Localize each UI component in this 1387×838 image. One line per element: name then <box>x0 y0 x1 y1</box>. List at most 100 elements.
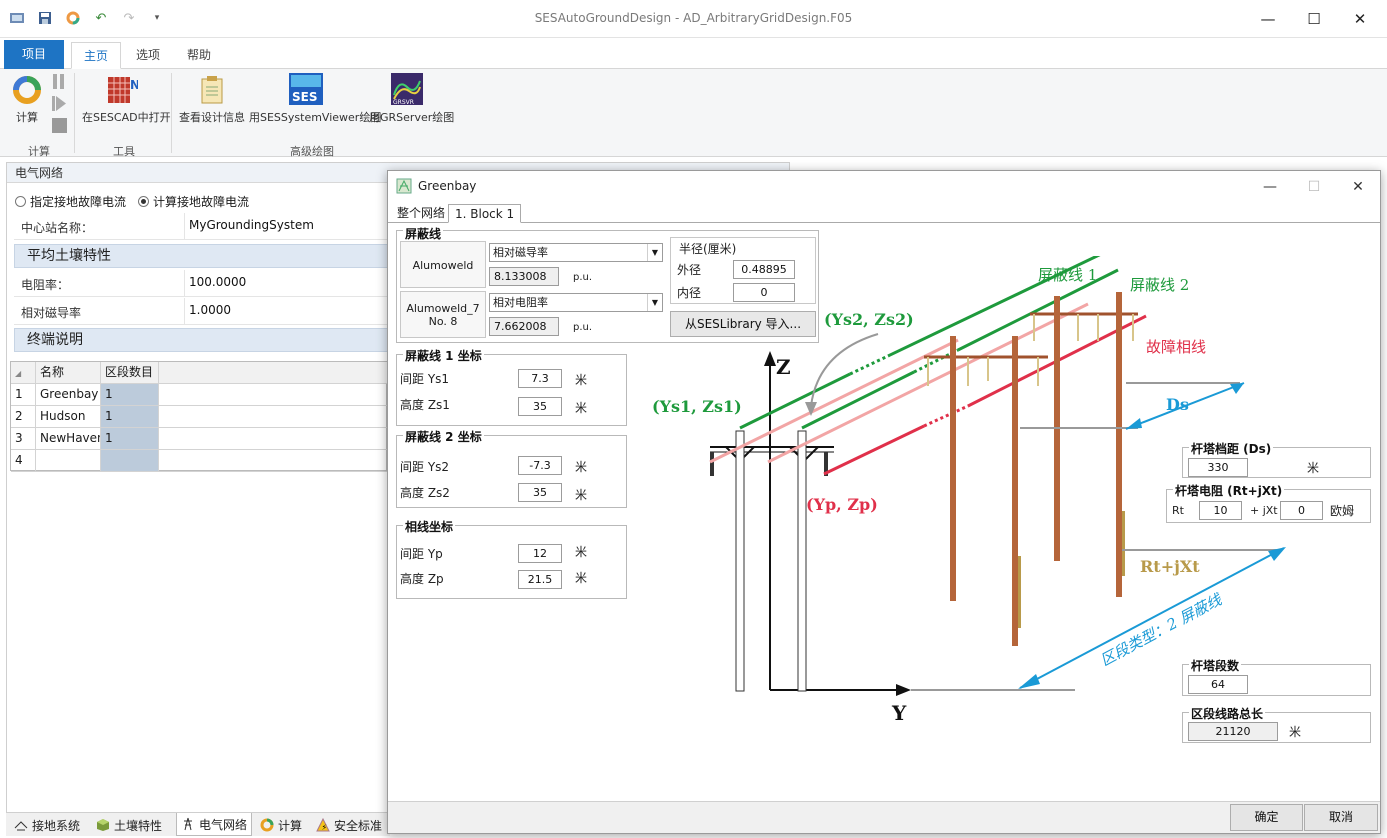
dialog-maximize-button[interactable]: ☐ <box>1292 171 1336 202</box>
maximize-button[interactable]: ☐ <box>1291 0 1337 38</box>
permeability-field[interactable]: 1.0000 <box>184 298 394 325</box>
grid-cell-name[interactable]: Hudson <box>36 406 101 428</box>
zs2-field[interactable]: 35 <box>518 483 562 502</box>
tab-grounding-system[interactable]: 接地系统 <box>14 817 80 834</box>
radius-group-title: 半径(厘米) <box>679 242 737 256</box>
phase-wires <box>709 302 1147 476</box>
document-icon <box>201 76 223 104</box>
soil-section-header[interactable]: 平均土壤特性 <box>14 244 394 268</box>
label-z-axis: Z <box>776 355 791 379</box>
shield-wire-2-title: 屏蔽线 2 坐标 <box>403 428 484 445</box>
label-y-axis: Y <box>891 701 907 725</box>
tower-count-group: 杆塔段数 64 <box>1182 657 1371 696</box>
station-name-field[interactable]: MyGroundingSystem <box>184 213 394 240</box>
zp-field[interactable]: 21.5 <box>518 570 562 589</box>
compute-button[interactable] <box>12 75 42 108</box>
ys2-label: 间距 Ys2 <box>400 460 450 474</box>
grserver-button[interactable]: GRSVR <box>391 73 423 108</box>
station-name-label: 中心站名称： <box>21 221 94 235</box>
pause-icon[interactable] <box>52 74 66 89</box>
ribbon-separator <box>74 73 75 153</box>
sesviewer-button[interactable]: SES <box>289 73 323 108</box>
tower-resistance-title: 杆塔电阻 (Rt+jXt) <box>1173 482 1285 499</box>
grid-cell-segments[interactable] <box>101 450 159 472</box>
ribbon-tabs: 项目 主页 选项 帮助 <box>0 38 1387 69</box>
rt-field[interactable]: 10 <box>1199 501 1242 520</box>
resistivity-field[interactable]: 100.0000 <box>184 270 394 297</box>
ys1-field[interactable]: 7.3 <box>518 369 562 388</box>
grid-cell-name[interactable] <box>36 450 101 472</box>
grid-cell-segments[interactable]: 1 <box>101 428 159 450</box>
radio-icon <box>15 196 26 207</box>
grid-cell-filler <box>159 450 388 472</box>
sesviewer-label: 用SESSystemViewer绘图 <box>249 111 382 124</box>
tab-safety[interactable]: ⚡ 安全标准 <box>316 817 382 834</box>
xt-label: + jXt <box>1250 504 1278 517</box>
sescad-open-button[interactable]: N <box>106 75 140 108</box>
grid-cell-name[interactable]: Greenbay <box>36 384 101 406</box>
grid-corner[interactable]: ◢ <box>11 362 36 384</box>
yp-field[interactable]: 12 <box>518 544 562 563</box>
tab-compute[interactable]: 计算 <box>260 817 302 834</box>
tab-options[interactable]: 选项 <box>124 42 172 69</box>
tab-electrical-network[interactable]: 电气网络 <box>176 813 253 836</box>
section-length-group: 区段线路总长 21120 米 <box>1182 705 1371 743</box>
shield-wire-1-coords: 屏蔽线 1 坐标 间距 Ys1 7.3 米 高度 Zs1 35 米 <box>396 347 627 426</box>
ribbon-separator <box>171 73 172 153</box>
step-icon[interactable] <box>52 96 66 111</box>
stop-icon[interactable] <box>52 118 67 133</box>
conductor-2-value-field[interactable]: 7.662008 <box>489 317 559 336</box>
ok-button[interactable]: 确定 <box>1230 804 1303 831</box>
minimize-button[interactable]: — <box>1245 0 1291 38</box>
tower-span-field[interactable]: 330 <box>1188 458 1248 477</box>
conductor-2-name[interactable]: Alumoweld_7 No. 8 <box>400 291 486 338</box>
dialog-title-bar: Greenbay — ☐ ✕ <box>388 171 1380 202</box>
unit-meter: 米 <box>575 460 588 474</box>
zs1-field[interactable]: 35 <box>518 397 562 416</box>
dialog-close-button[interactable]: ✕ <box>1336 171 1380 202</box>
grid-header-segments[interactable]: 区段数目 <box>101 362 159 384</box>
sescad-icon: N <box>108 77 140 103</box>
tower-count-field[interactable]: 64 <box>1188 675 1248 694</box>
unit-meter: 米 <box>575 545 588 559</box>
phase-wire-coords: 相线坐标 间距 Yp 12 米 高度 Zp 21.5 米 <box>396 518 627 599</box>
tab-home[interactable]: 主页 <box>71 42 122 69</box>
radio-specify-current[interactable]: 指定接地故障电流 <box>15 193 126 210</box>
tab-block-1[interactable]: 1. Block 1 <box>448 204 522 223</box>
tab-project[interactable]: 项目 <box>4 40 65 69</box>
xt-field[interactable]: 0 <box>1280 501 1323 520</box>
tab-soil[interactable]: 土壤特性 <box>96 817 162 834</box>
unit-meter: 米 <box>1289 725 1302 739</box>
terminal-section-header[interactable]: 终端说明 <box>14 328 394 352</box>
conductor-1-value-field[interactable]: 8.133008 <box>489 267 559 286</box>
front-tower <box>710 430 834 692</box>
unit-meter: 米 <box>1307 461 1320 475</box>
unit-meter: 米 <box>575 373 588 387</box>
conductor-1-name[interactable]: Alumoweld <box>400 241 486 288</box>
close-button[interactable]: ✕ <box>1337 0 1383 38</box>
grid-cell-segments[interactable]: 1 <box>101 406 159 428</box>
ys2-field[interactable]: -7.3 <box>518 456 562 475</box>
grid-cell-segments[interactable]: 1 <box>101 384 159 406</box>
tab-whole-network[interactable]: 整个网络 <box>391 204 451 223</box>
unit-meter: 米 <box>575 571 588 585</box>
grid-header-name[interactable]: 名称 <box>36 362 101 384</box>
design-info-button[interactable] <box>200 75 224 108</box>
label-rt-jxt: Rt+jXt <box>1140 557 1200 576</box>
tab-help[interactable]: 帮助 <box>175 42 223 69</box>
section-length-field[interactable]: 21120 <box>1188 722 1278 741</box>
shield-wire-2-coords: 屏蔽线 2 坐标 间距 Ys2 -7.3 米 高度 Zs2 35 米 <box>396 428 627 508</box>
svg-text:SES: SES <box>292 90 317 104</box>
ds-dimension <box>1020 382 1245 430</box>
tab-label: 安全标准 <box>334 819 383 833</box>
grid-cell-name[interactable]: NewHaven <box>36 428 101 450</box>
cancel-button[interactable]: 取消 <box>1304 804 1378 831</box>
terminal-grid: ◢ 名称 区段数目 1 Greenbay 1 2 Hudson 1 3 NewH… <box>10 361 388 472</box>
station-name-row: 中心站名称： MyGroundingSystem <box>14 213 394 240</box>
radio-compute-current[interactable]: 计算接地故障电流 <box>138 193 249 210</box>
dialog-minimize-button[interactable]: — <box>1248 171 1292 202</box>
svg-text:GRSVR: GRSVR <box>393 99 414 105</box>
ribbon: 计算 计算 N 在SESCAD中打开 工具 查看设计信息 SES 用SESSys… <box>0 69 1387 158</box>
grserver-icon: GRSVR <box>391 73 423 106</box>
compute-icon <box>13 76 41 104</box>
